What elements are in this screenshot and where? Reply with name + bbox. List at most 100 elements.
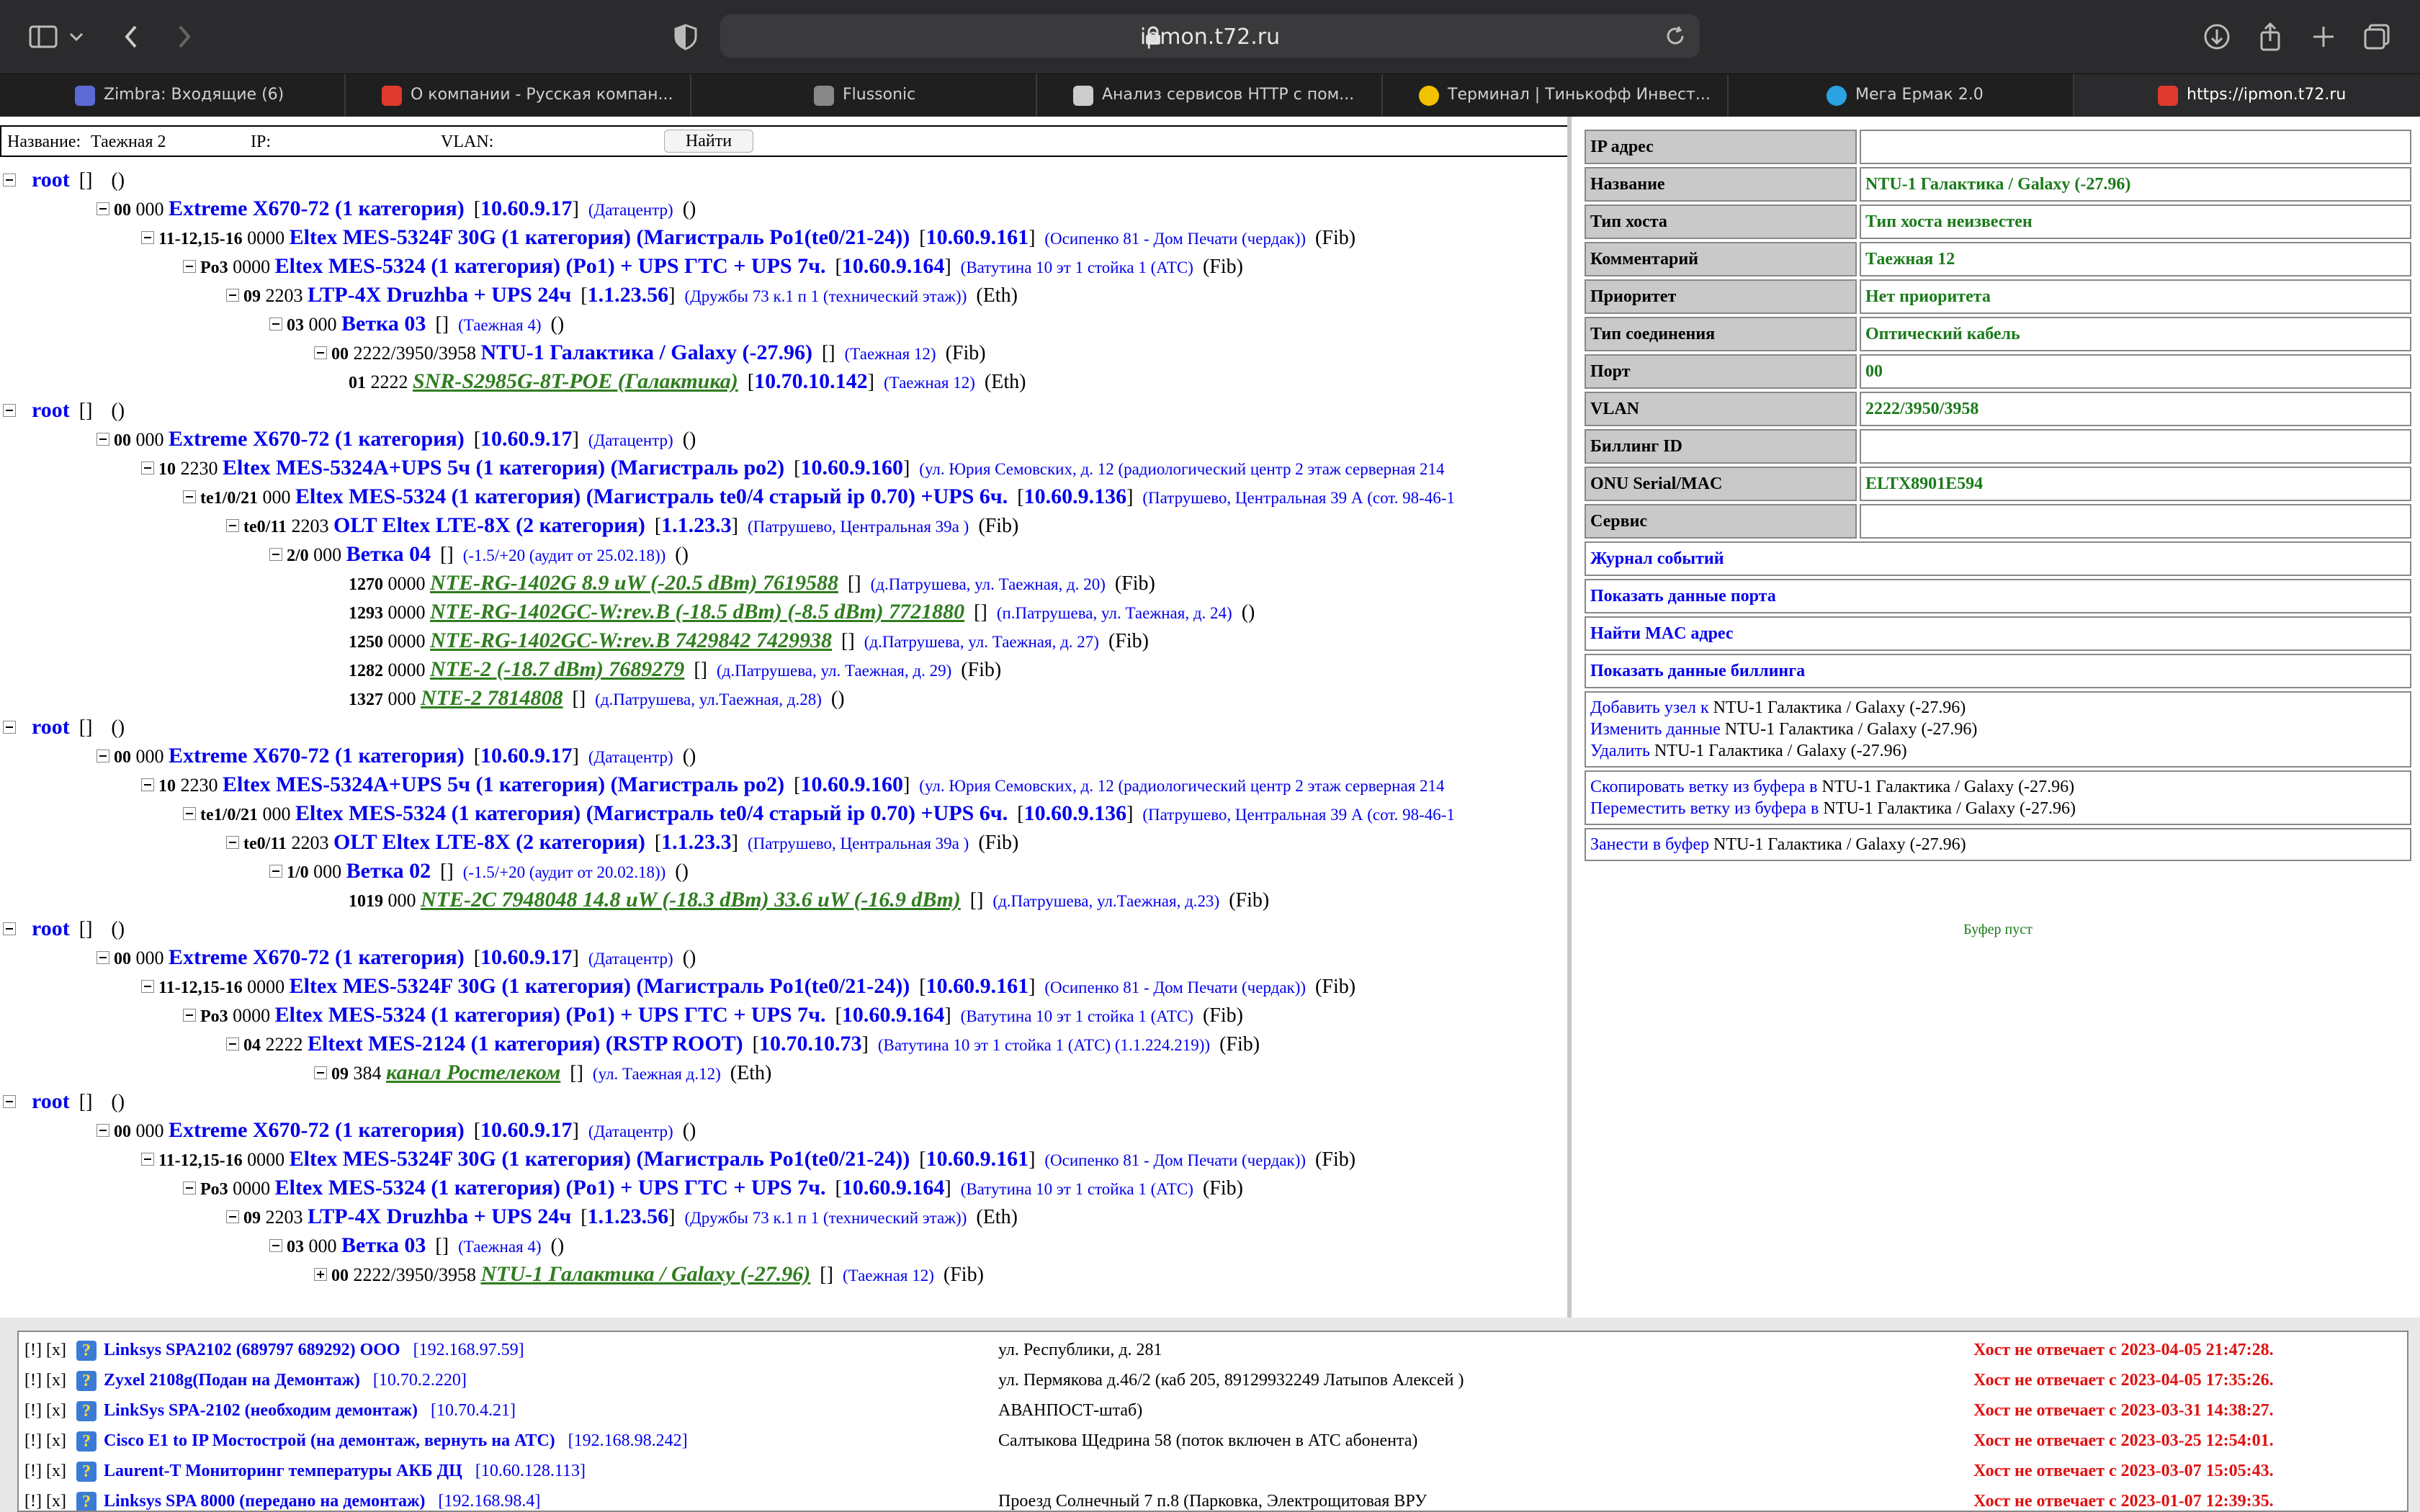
alert-host-ip[interactable]: [192.168.97.59] [413,1341,524,1359]
back-icon[interactable] [115,19,150,54]
root-link[interactable]: root [32,168,70,192]
device-link[interactable]: NTE-RG-1402G 8.9 uW (-20.5 dBm) 7619588 [430,571,838,595]
device-link[interactable]: OLT Eltex LTE-8X (2 категория) [333,513,645,537]
ip-input[interactable] [278,130,422,154]
device-link[interactable]: NTE-2 (-18.7 dBm) 7689279 [430,657,684,681]
device-ip[interactable]: 10.60.9.160 [800,773,903,796]
device-link[interactable]: Ветка 02 [346,859,431,883]
device-ip[interactable]: 10.60.9.17 [480,744,573,768]
collapse-icon[interactable] [141,231,154,245]
event-log-link[interactable]: Журнал событий [1585,541,2411,576]
alert-host-name[interactable]: Laurent-T Мониторинг температуры АКБ ДЦ [104,1462,462,1480]
device-ip[interactable]: 10.60.9.164 [842,1003,945,1027]
alert-host-name[interactable]: Zyxel 2108g(Подан на Демонтаж) [104,1371,360,1390]
device-link[interactable]: Ветка 03 [341,312,426,336]
device-link[interactable]: Extreme X670-72 (1 категория) [169,427,465,451]
device-ip[interactable]: 10.60.9.161 [926,1147,1029,1171]
device-link[interactable]: канал Ростелеком [386,1061,560,1084]
device-link[interactable]: Eltext MES-2124 (1 категория) (RSTP ROOT… [308,1032,743,1056]
privacy-shield-icon[interactable] [668,19,703,54]
address-bar[interactable]: ipmon.t72.ru [720,14,1700,58]
device-link[interactable]: Eltex MES-5324 (1 категория) (Po1) + UPS… [275,254,826,278]
alert-host-name[interactable]: Linksys SPA 8000 (передано на демонтаж) [104,1492,425,1511]
device-link[interactable]: Eltex MES-5324F 30G (1 категория) (Магис… [290,225,910,249]
device-ip[interactable]: 10.70.10.142 [754,369,868,393]
find-button[interactable]: Найти [664,130,753,153]
tab-mega-ermak[interactable]: Мега Ермак 2.0 [1729,74,2074,117]
collapse-icon[interactable] [226,1038,239,1051]
collapse-icon[interactable] [141,980,154,994]
device-ip[interactable]: 10.60.9.164 [842,254,945,278]
alert-actions[interactable]: [!] [x] [24,1395,66,1426]
device-link[interactable]: LTP-4X Druzhba + UPS 24ч [308,1205,571,1228]
collapse-icon[interactable] [3,404,16,418]
expand-icon[interactable] [314,1268,327,1282]
device-ip[interactable]: 10.60.9.17 [480,1118,573,1142]
collapse-icon[interactable] [3,1095,16,1109]
alert-host-name[interactable]: Linksys SPA2102 (689797 689292) OOO [104,1341,400,1359]
reload-icon[interactable] [1664,24,1687,48]
collapse-icon[interactable] [141,1153,154,1166]
tab-company[interactable]: О компании - Русская компан... [346,74,691,117]
help-icon[interactable]: ? [76,1431,97,1452]
device-link[interactable]: NTU-1 Галактика / Galaxy (-27.96) [480,341,812,364]
port-data-link[interactable]: Показать данные порта [1585,579,2411,613]
alert-host-name[interactable]: LinkSys SPA-2102 (необходим демонтаж) [104,1401,418,1420]
collapse-icon[interactable] [314,1066,327,1080]
device-ip[interactable]: 10.60.9.161 [926,974,1029,998]
device-link[interactable]: OLT Eltex LTE-8X (2 категория) [333,830,645,854]
device-link[interactable]: Ветка 04 [346,542,431,566]
collapse-icon[interactable] [97,750,109,763]
help-icon[interactable]: ? [76,1341,97,1361]
collapse-icon[interactable] [97,1124,109,1138]
alert-host-name[interactable]: Cisco E1 to IP Мостострой (на демонтаж, … [104,1431,555,1450]
collapse-icon[interactable] [3,721,16,734]
root-link[interactable]: root [32,715,70,739]
device-link[interactable]: Eltex MES-5324 (1 категория) (Магистраль… [295,485,1008,508]
alert-host-ip[interactable]: [192.168.98.242] [568,1431,688,1450]
device-ip[interactable]: 1.1.23.56 [588,283,669,307]
tab-tinkoff[interactable]: Терминал | Тинькофф Инвест... [1383,74,1729,117]
collapse-icon[interactable] [226,836,239,850]
delete-link[interactable]: Удалить [1590,742,1650,760]
collapse-icon[interactable] [97,433,109,446]
device-ip[interactable]: 1.1.23.3 [661,513,732,537]
device-ip[interactable]: 1.1.23.3 [661,830,732,854]
forward-icon[interactable] [166,19,200,54]
tab-zimbra[interactable]: Zimbra: Входящие (6) [0,74,346,117]
collapse-icon[interactable] [314,346,327,360]
alert-host-ip[interactable]: [192.168.98.4] [438,1492,540,1511]
collapse-icon[interactable] [141,778,154,792]
device-ip[interactable]: 10.60.9.161 [926,225,1029,249]
device-link[interactable]: Extreme X670-72 (1 категория) [169,744,465,768]
help-icon[interactable]: ? [76,1492,97,1511]
collapse-icon[interactable] [269,318,282,331]
to-buffer-link[interactable]: Занести в буфер [1590,835,1709,854]
collapse-icon[interactable] [269,865,282,878]
root-link[interactable]: root [32,1089,70,1113]
collapse-icon[interactable] [269,548,282,562]
device-ip[interactable]: 10.60.9.160 [800,456,903,480]
device-link[interactable]: Eltex MES-5324 (1 категория) (Po1) + UPS… [275,1176,826,1200]
device-link[interactable]: Eltex MES-5324F 30G (1 категория) (Магис… [290,1147,910,1171]
root-link[interactable]: root [32,917,70,940]
collapse-icon[interactable] [3,174,16,187]
device-link[interactable]: SNR-S2985G-8T-POE (Галактика) [413,369,738,393]
tab-http-analysis[interactable]: Анализ сервисов HTTP с пом... [1037,74,1383,117]
tab-ipmon[interactable]: https://ipmon.t72.ru [2074,74,2420,117]
device-link[interactable]: Eltex MES-5324A+UPS 5ч (1 категория) (Ма… [223,456,784,480]
collapse-icon[interactable] [3,922,16,936]
device-ip[interactable]: 10.60.9.136 [1024,485,1127,508]
device-link[interactable]: NTE-2 7814808 [421,686,563,710]
edit-data-link[interactable]: Изменить данные [1590,720,1721,739]
sidebar-toggle-icon[interactable] [26,19,60,54]
device-link[interactable]: Eltex MES-5324F 30G (1 категория) (Магис… [290,974,910,998]
copy-branch-link[interactable]: Скопировать ветку из буфера в [1590,778,1817,796]
collapse-icon[interactable] [183,1009,196,1022]
help-icon[interactable]: ? [76,1371,97,1391]
find-mac-link[interactable]: Найти MAC адрес [1585,616,2411,651]
collapse-icon[interactable] [226,1210,239,1224]
device-link[interactable]: Eltex MES-5324 (1 категория) (Po1) + UPS… [275,1003,826,1027]
new-tab-icon[interactable] [2306,19,2341,54]
device-link[interactable]: NTU-1 Галактика / Galaxy (-27.96) [480,1262,810,1286]
